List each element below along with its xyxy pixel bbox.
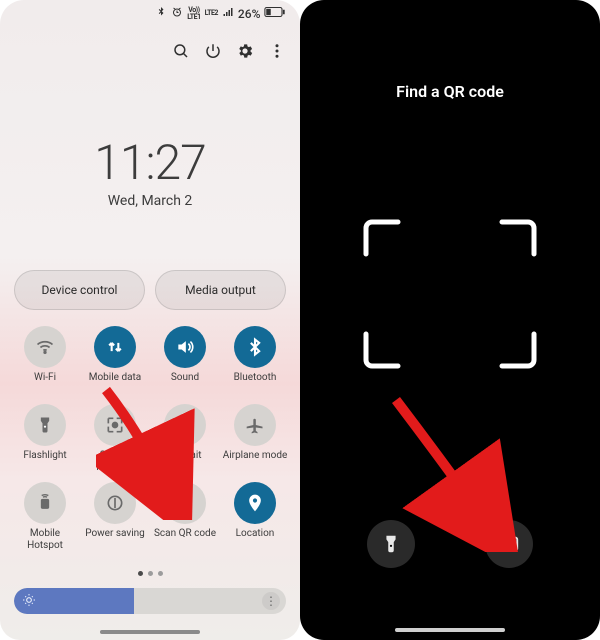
tile-portrait[interactable]: Portrait — [151, 404, 219, 474]
tile-location[interactable]: Location — [221, 482, 289, 552]
device-control-button[interactable]: Device control — [14, 270, 145, 310]
airplane-icon — [234, 404, 276, 446]
media-output-button[interactable]: Media output — [155, 270, 286, 310]
clock-block: 11:27 Wed, March 2 — [0, 134, 300, 209]
tile-screen-recorder[interactable]: Screen recorder — [81, 404, 149, 474]
power-saving-icon — [94, 482, 136, 524]
battery-icon — [264, 6, 286, 21]
tile-mobile-data[interactable]: Mobile data — [81, 326, 149, 396]
tile-sound[interactable]: Sound — [151, 326, 219, 396]
tile-bluetooth[interactable]: Bluetooth — [221, 326, 289, 396]
viewfinder-corner — [498, 330, 538, 370]
gallery-button[interactable] — [485, 520, 533, 568]
alarm-status-icon — [171, 6, 183, 21]
settings-gear-icon[interactable] — [236, 42, 254, 64]
tile-airplane[interactable]: Airplane mode — [221, 404, 289, 474]
bluetooth-status-icon — [155, 6, 167, 21]
page-indicator — [0, 571, 300, 576]
viewfinder-corner — [362, 330, 402, 370]
status-bar: Vo)) LTE1 LTE2 26% — [155, 6, 286, 21]
location-icon — [234, 482, 276, 524]
power-icon[interactable] — [204, 42, 222, 64]
qr-icon — [164, 482, 206, 524]
portrait-lock-icon — [164, 404, 206, 446]
tile-hotspot[interactable]: Mobile Hotspot — [11, 482, 79, 552]
hotspot-icon — [24, 482, 66, 524]
nav-handle[interactable] — [100, 630, 200, 634]
qr-title: Find a QR code — [300, 82, 600, 101]
battery-percentage: 26% — [238, 7, 260, 21]
brightness-sun-icon — [22, 592, 36, 611]
quick-tiles-grid: Wi-Fi Mobile data Sound Bluetooth Flashl… — [10, 326, 290, 552]
screen-record-icon — [94, 404, 136, 446]
volte-indicator: Vo)) LTE1 — [187, 7, 200, 21]
viewfinder-corner — [498, 218, 538, 258]
tile-power-saving[interactable]: Power saving — [81, 482, 149, 552]
qr-scanner-screen: Find a QR code — [300, 0, 600, 640]
lte-indicator: LTE2 — [205, 10, 218, 17]
wifi-icon — [24, 326, 66, 368]
flashlight-icon — [24, 404, 66, 446]
clock-time: 11:27 — [0, 134, 300, 191]
tile-wifi[interactable]: Wi-Fi — [11, 326, 79, 396]
tile-flashlight[interactable]: Flashlight — [11, 404, 79, 474]
search-icon[interactable] — [172, 42, 190, 64]
overflow-menu-icon[interactable] — [268, 42, 286, 64]
nav-handle[interactable] — [395, 628, 505, 632]
sound-icon — [164, 326, 206, 368]
mobile-data-icon — [94, 326, 136, 368]
tile-scan-qr[interactable]: Scan QR code — [151, 482, 219, 552]
brightness-slider[interactable]: ⋮ — [14, 588, 286, 614]
signal-icon — [222, 6, 234, 21]
bluetooth-icon — [234, 326, 276, 368]
clock-date: Wed, March 2 — [0, 193, 300, 209]
viewfinder-corner — [362, 218, 402, 258]
flashlight-toggle-button[interactable] — [367, 520, 415, 568]
panel-top-actions — [172, 42, 286, 64]
quick-settings-panel: Vo)) LTE1 LTE2 26% 11:27 Wed, March 2 — [0, 0, 300, 640]
brightness-expand-icon[interactable]: ⋮ — [262, 592, 280, 610]
